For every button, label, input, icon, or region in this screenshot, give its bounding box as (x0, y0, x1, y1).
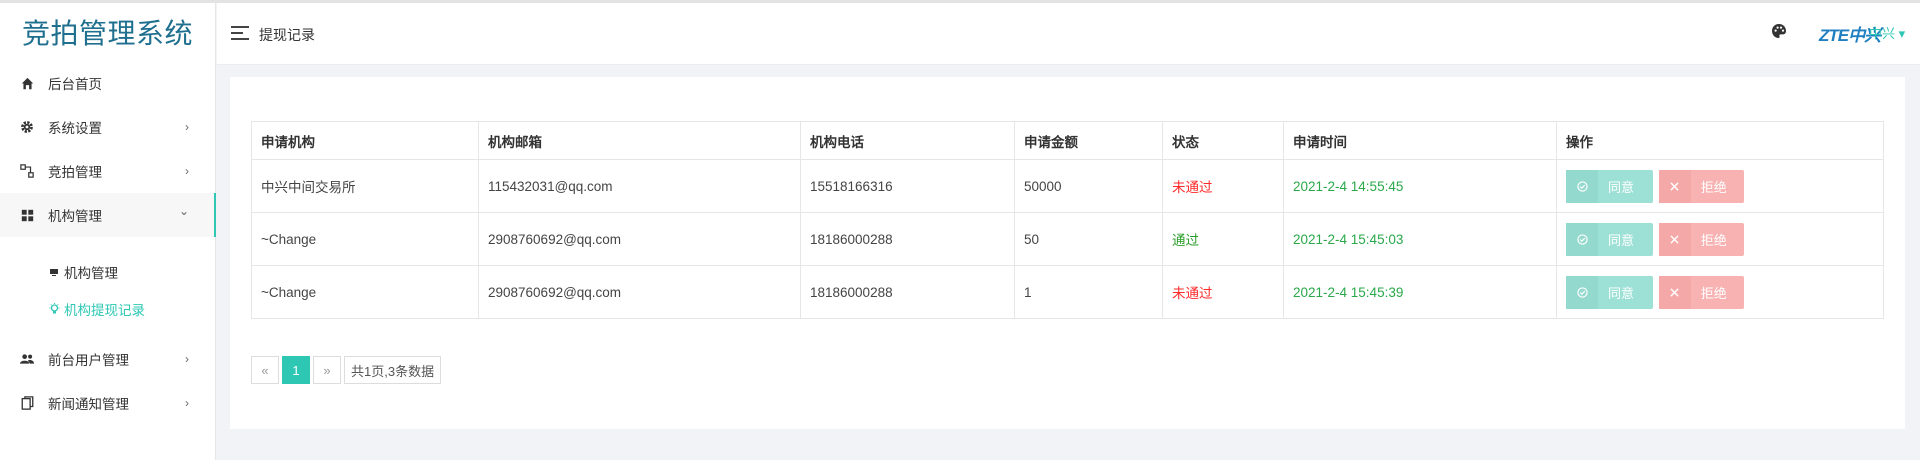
check-circle-icon (1566, 222, 1598, 256)
close-icon (1658, 275, 1691, 309)
content-card: 申请机构 机构邮箱 机构电话 申请金额 状态 申请时间 操作 中兴中间交易所 1… (230, 77, 1905, 429)
cell-actions: 同意 拒绝 (1556, 159, 1884, 213)
chevron-right-icon: › (185, 352, 189, 366)
sidebar-item-home[interactable]: 后台首页 (0, 61, 215, 105)
sidebar: 竞拍管理系统 后台首页 系统设置 › 竞拍管理 › 机构管理 ⌄ 机构管理 机构… (0, 3, 216, 460)
cell-amount: 50 (1014, 212, 1163, 266)
cell-time: 2021-2-4 14:55:45 (1283, 159, 1557, 213)
sidebar-subnav: 机构管理 机构提现记录 (0, 237, 215, 337)
cell-time: 2021-2-4 15:45:03 (1283, 212, 1557, 266)
subnav-item-org-management[interactable]: 机构管理 (0, 253, 215, 290)
menu-toggle-icon[interactable] (231, 26, 249, 40)
top-header: 提现记录 ZTE中兴 中兴 ▾ (217, 3, 1920, 65)
pagination-prev[interactable]: « (251, 356, 279, 384)
reject-button[interactable]: 拒绝 (1658, 169, 1744, 203)
column-header: 申请时间 (1283, 121, 1557, 160)
column-header: 机构邮箱 (478, 121, 801, 160)
agree-button[interactable]: 同意 (1566, 222, 1653, 256)
copy-icon (20, 396, 34, 410)
column-header: 申请金额 (1014, 121, 1163, 160)
agree-label: 同意 (1608, 179, 1635, 195)
app-title: 竞拍管理系统 (21, 18, 193, 49)
agree-label: 同意 (1608, 232, 1635, 248)
column-header: 申请机构 (251, 121, 479, 160)
sidebar-item-org-management[interactable]: 机构管理 ⌄ (0, 193, 216, 237)
user-menu[interactable]: 中兴 ▾ (1869, 23, 1905, 42)
sidebar-item-label: 系统设置 (48, 121, 102, 136)
reject-button[interactable]: 拒绝 (1658, 275, 1744, 309)
sidebar-item-label: 新闻通知管理 (48, 397, 129, 412)
check-circle-icon (1566, 169, 1598, 203)
subnav-item-withdraw-records[interactable]: 机构提现记录 (0, 290, 215, 327)
sidebar-item-news[interactable]: 新闻通知管理 › (0, 381, 215, 425)
cell-email: 2908760692@qq.com (478, 265, 801, 319)
chevron-right-icon: › (185, 164, 189, 178)
cell-org: ~Change (251, 265, 479, 319)
cell-amount: 1 (1014, 265, 1163, 319)
palette-icon[interactable] (1771, 23, 1789, 41)
bulb-icon (48, 302, 60, 315)
sidebar-nav: 后台首页 系统设置 › 竞拍管理 › 机构管理 ⌄ (0, 61, 216, 237)
withdraw-table: 申请机构 机构邮箱 机构电话 申请金额 状态 申请时间 操作 中兴中间交易所 1… (251, 121, 1884, 319)
cell-email: 2908760692@qq.com (478, 212, 801, 266)
subnav-item-label: 机构提现记录 (64, 302, 145, 318)
check-circle-icon (1566, 275, 1598, 309)
cell-status: 通过 (1162, 212, 1284, 266)
grid-icon (20, 208, 34, 222)
pagination: « 1 » 共1页,3条数据 (251, 356, 442, 384)
agree-label: 同意 (1608, 285, 1635, 301)
chevron-right-icon: › (185, 120, 189, 134)
table-row: ~Change 2908760692@qq.com 18186000288 50… (251, 212, 1884, 266)
column-header: 机构电话 (800, 121, 1015, 160)
sidebar-item-label: 竞拍管理 (48, 165, 102, 180)
sidebar-item-label: 后台首页 (48, 77, 102, 92)
close-icon (1658, 222, 1691, 256)
table-row: ~Change 2908760692@qq.com 18186000288 1 … (251, 265, 1884, 319)
home-icon (20, 76, 34, 90)
table-header-row: 申请机构 机构邮箱 机构电话 申请金额 状态 申请时间 操作 (251, 121, 1884, 160)
subnav-item-label: 机构管理 (64, 265, 118, 281)
cell-time: 2021-2-4 15:45:39 (1283, 265, 1557, 319)
pagination-page[interactable]: 1 (282, 356, 310, 384)
cell-phone: 18186000288 (800, 265, 1015, 319)
reject-button[interactable]: 拒绝 (1658, 222, 1744, 256)
auction-icon (20, 164, 34, 178)
reject-label: 拒绝 (1700, 179, 1727, 195)
chevron-down-icon: ⌄ (178, 204, 189, 219)
cell-org: ~Change (251, 212, 479, 266)
agree-button[interactable]: 同意 (1566, 169, 1653, 203)
cell-phone: 15518166316 (800, 159, 1015, 213)
cell-status: 未通过 (1162, 265, 1284, 319)
cell-amount: 50000 (1014, 159, 1163, 213)
sidebar-item-label: 前台用户管理 (48, 353, 129, 368)
monitor-icon (48, 266, 60, 278)
sidebar-nav-lower: 前台用户管理 › 新闻通知管理 › (0, 337, 215, 425)
cell-status: 未通过 (1162, 159, 1284, 213)
cell-phone: 18186000288 (800, 212, 1015, 266)
sidebar-item-system-settings[interactable]: 系统设置 › (0, 105, 215, 149)
sidebar-item-frontend-users[interactable]: 前台用户管理 › (0, 337, 215, 381)
sidebar-item-auction[interactable]: 竞拍管理 › (0, 149, 215, 193)
pagination-info: 共1页,3条数据 (344, 356, 442, 384)
reject-label: 拒绝 (1700, 285, 1727, 301)
reject-label: 拒绝 (1700, 232, 1727, 248)
column-header: 状态 (1162, 121, 1284, 160)
sidebar-item-label: 机构管理 (48, 209, 102, 224)
cell-actions: 同意 拒绝 (1556, 212, 1884, 266)
agree-button[interactable]: 同意 (1566, 275, 1653, 309)
cell-org: 中兴中间交易所 (251, 159, 479, 213)
page-title: 提现记录 (259, 27, 315, 43)
users-icon (20, 352, 34, 366)
cell-email: 115432031@qq.com (478, 159, 801, 213)
pagination-next[interactable]: » (313, 356, 341, 384)
close-icon (1658, 169, 1691, 203)
table-row: 中兴中间交易所 115432031@qq.com 15518166316 500… (251, 159, 1884, 213)
gear-icon (20, 120, 34, 134)
column-header: 操作 (1556, 121, 1884, 160)
cell-actions: 同意 拒绝 (1556, 265, 1884, 319)
chevron-right-icon: › (185, 396, 189, 410)
